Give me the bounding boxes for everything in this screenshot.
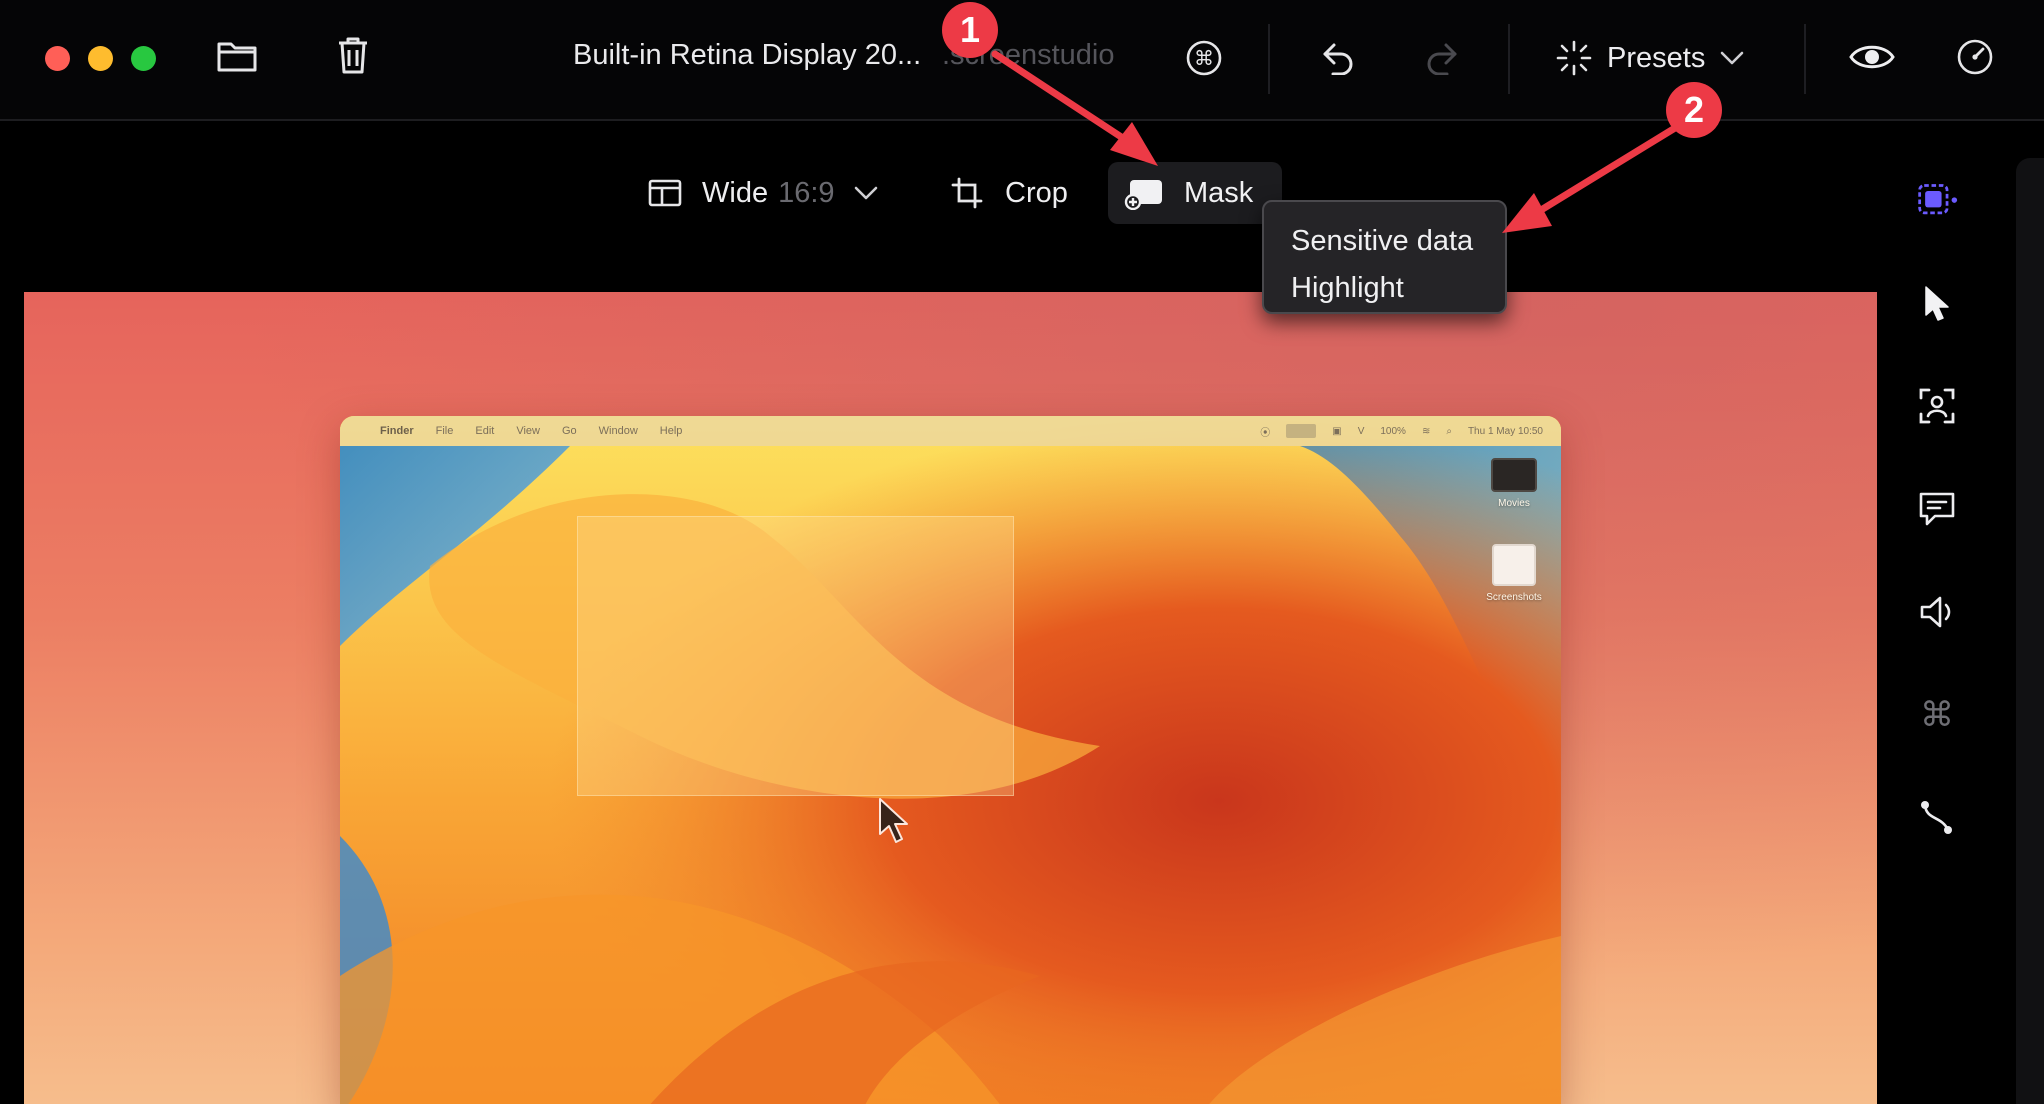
zoom-window-button[interactable] [131, 46, 156, 71]
menubar-clock: Thu 1 May 10:50 [1467, 425, 1543, 437]
desktop-icon-label: Screenshots [1486, 592, 1542, 603]
close-window-button[interactable] [45, 46, 70, 71]
menubar-status-area: ⦿ ▣ V 100% ≋ ⌕ Thu 1 May 10:50 [1260, 416, 1543, 446]
menu-item-sensitive-data[interactable]: Sensitive data [1264, 218, 1505, 265]
spotlight-icon: ⌕ [1446, 425, 1452, 437]
sparkle-icon [1556, 40, 1592, 76]
crop-label: Crop [1005, 176, 1068, 209]
chevron-down-icon [854, 186, 877, 200]
screenshot-icon: ▣ [1332, 425, 1342, 437]
redo-icon[interactable] [1422, 40, 1460, 76]
toolbar-divider [1268, 24, 1270, 94]
menubar-item: Edit [475, 425, 495, 437]
movies-thumbnail [1491, 458, 1537, 492]
preview-canvas[interactable]: Finder File Edit View Go Window Help ⦿ ▣… [24, 292, 1877, 1104]
presets-button[interactable]: Presets [1555, 36, 1745, 80]
svg-text:⌘: ⌘ [1920, 696, 1954, 734]
menu-item-highlight[interactable]: Highlight [1264, 265, 1505, 312]
keyboard-shortcut-icon[interactable]: ⌘ [1916, 694, 1958, 736]
chevron-down-icon [1721, 51, 1744, 65]
svg-text:⌘: ⌘ [1194, 46, 1214, 70]
mask-area[interactable] [577, 516, 1014, 796]
eye-icon[interactable] [1848, 38, 1896, 76]
motion-path-icon[interactable] [1916, 797, 1958, 839]
mask-label: Mask [1184, 176, 1254, 209]
wifi-icon: ≋ [1421, 425, 1431, 437]
minimize-window-button[interactable] [88, 46, 113, 71]
desktop-icon-screenshots: Screenshots [1474, 544, 1554, 603]
text-tool-icon: V [1357, 425, 1365, 437]
crop-icon [951, 177, 983, 209]
camera-person-icon[interactable] [1916, 385, 1958, 427]
mask-button[interactable]: Mask [1108, 162, 1282, 224]
recorded-screen: Finder File Edit View Go Window Help ⦿ ▣… [340, 416, 1561, 1104]
trash-icon[interactable] [333, 34, 373, 76]
crop-button[interactable]: Crop [951, 172, 1068, 214]
battery-percentage: 100% [1380, 425, 1406, 437]
aspect-ratio-select[interactable]: Wide 16:9 [648, 172, 879, 214]
menubar-item: Window [598, 425, 638, 437]
cursor-icon[interactable] [1916, 283, 1958, 325]
undo-icon[interactable] [1320, 40, 1358, 76]
aspect-ratio-label: Wide [702, 176, 769, 209]
record-status-icon: ⦿ [1260, 427, 1271, 439]
desktop-icon-label: Movies [1498, 498, 1530, 509]
title-bar: Built-in Retina Display 20... .screenstu… [0, 0, 2044, 121]
screenshots-thumbnail [1492, 544, 1536, 586]
aspect-ratio-value: 16:9 [778, 176, 835, 209]
speedometer-icon[interactable] [1955, 37, 1995, 77]
menubar-app-name: Finder [380, 425, 414, 437]
command-icon[interactable]: ⌘ [1184, 38, 1224, 78]
mask-type-menu: Sensitive data Highlight [1262, 200, 1507, 314]
menubar-item: File [435, 425, 454, 437]
macos-menu-bar: Finder File Edit View Go Window Help ⦿ ▣… [340, 416, 1561, 446]
display-icon [1286, 424, 1317, 438]
selection-icon[interactable] [1916, 180, 1958, 222]
annotation-badge-2: 2 [1666, 82, 1722, 138]
menubar-item: Help [659, 425, 683, 437]
mouse-cursor-icon [879, 798, 908, 843]
captions-icon[interactable] [1916, 488, 1958, 530]
folder-icon[interactable] [214, 36, 260, 76]
menubar-item: View [516, 425, 540, 437]
sidebar-scrollbar[interactable] [2016, 158, 2044, 1104]
presets-label: Presets [1607, 41, 1706, 74]
desktop-icon-movies: Movies [1474, 458, 1554, 509]
annotation-badge-1: 1 [942, 2, 998, 58]
toolbar-divider [1508, 24, 1510, 94]
mask-icon [1124, 180, 1162, 210]
toolbar-divider [1804, 24, 1806, 94]
menubar-item: Go [561, 425, 577, 437]
audio-icon[interactable] [1916, 591, 1958, 633]
layout-icon [648, 179, 682, 207]
recording-title: Built-in Retina Display 20... [573, 39, 922, 71]
